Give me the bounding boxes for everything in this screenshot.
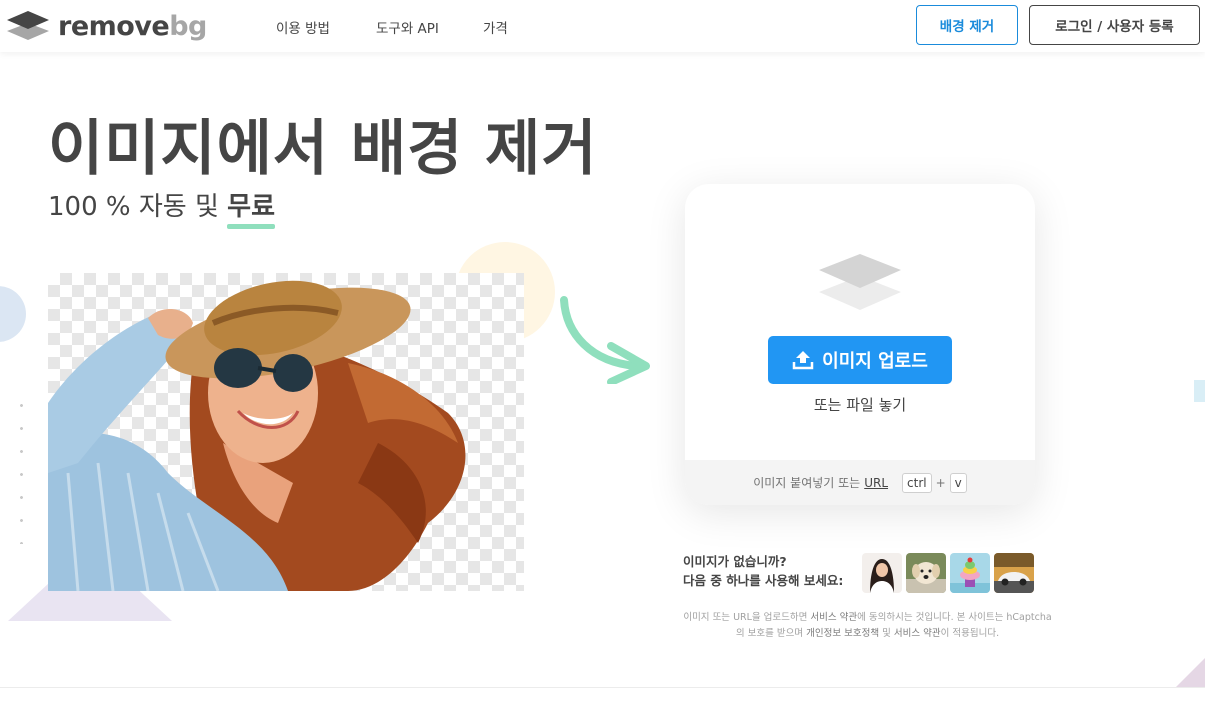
upload-card[interactable]: 이미지 업로드 또는 파일 놓기 이미지 붙여넣기 또는 URL ctrl + … [685,184,1035,505]
header: removebg 이용 방법 도구와 API 가격 배경 제거 로그인 / 사용… [0,0,1205,52]
legal-text-3: 및 [879,628,894,639]
woman-photo [48,280,466,591]
layers-icon [819,254,901,310]
subtitle-prefix: 100 % 자동 및 [48,192,228,222]
decor-square-right [1194,380,1205,402]
demo-image [48,273,524,591]
samples-line-1: 이미지가 없습니까? [683,554,787,569]
sample-dog-thumbnail[interactable] [906,553,946,593]
login-signup-button[interactable]: 로그인 / 사용자 등록 [1029,5,1200,45]
upload-button-label: 이미지 업로드 [822,351,928,372]
decor-triangle-right [1176,658,1205,687]
paste-text: 이미지 붙여넣기 또는 [753,476,861,490]
legal-text-4: 이 적용됩니다. [940,628,1000,639]
sample-cake-thumbnail[interactable] [950,553,990,593]
logo[interactable]: removebg [6,9,207,43]
logo-icon [7,11,49,40]
legal-text-1: 이미지 또는 URL을 업로드하면 [683,612,811,623]
terms-link[interactable]: 서비스 약관 [810,612,857,623]
page-subtitle: 100 % 자동 및 무료 [48,186,275,229]
sample-woman-thumbnail[interactable] [862,553,902,593]
decor-circle-blue [0,286,26,342]
section-divider [0,687,1205,688]
key-ctrl: ctrl [902,472,932,493]
paste-url-link[interactable]: URL [864,476,888,490]
page-title: 이미지에서 배경 제거 [48,114,598,184]
key-v: v [949,472,967,493]
remove-background-button[interactable]: 배경 제거 [916,5,1018,45]
terms-link-2[interactable]: 서비스 약관 [894,628,941,639]
privacy-policy-link[interactable]: 개인정보 보호정책 [806,628,879,639]
samples-prompt: 이미지가 없습니까? 다음 중 하나를 사용해 보세요: [683,552,843,590]
drop-file-text: 또는 파일 놓기 [813,396,907,414]
nav-how-it-works[interactable]: 이용 방법 [276,17,330,37]
logo-text: removebg [58,10,207,42]
arrow-icon [560,296,650,384]
samples-line-2: 다음 중 하나를 사용해 보세요: [683,573,844,588]
legal-notice: 이미지 또는 URL을 업로드하면 서비스 약관에 동의하시는 것입니다. 본 … [680,610,1055,642]
decor-dots [10,394,40,544]
paste-bar: 이미지 붙여넣기 또는 URL ctrl + v [685,460,1035,505]
key-plus: + [935,475,946,490]
upload-image-button[interactable]: 이미지 업로드 [768,336,952,384]
upload-icon [792,351,814,370]
sample-thumbnails [862,553,1034,593]
nav-tools-api[interactable]: 도구와 API [376,17,439,37]
nav-pricing[interactable]: 가격 [483,17,508,37]
sample-car-thumbnail[interactable] [994,553,1034,593]
subtitle-highlight: 무료 [227,186,275,229]
